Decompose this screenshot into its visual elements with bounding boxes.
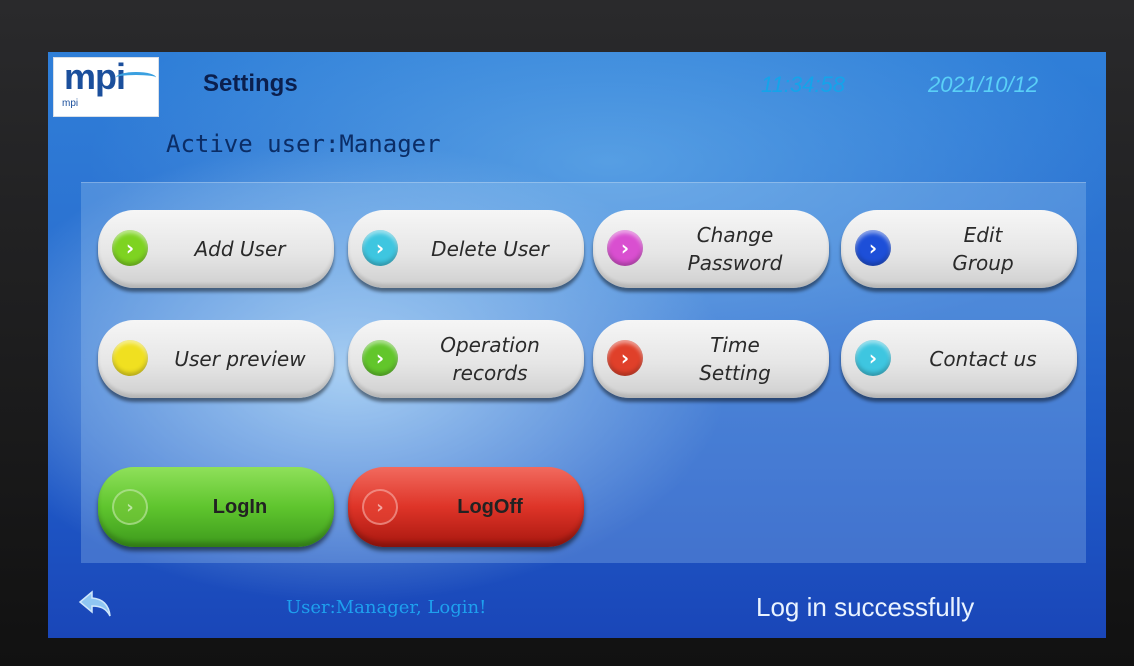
clock-date: 2021/10/12 [928, 72, 1039, 97]
logo-swoosh [116, 72, 156, 83]
operation-records-button[interactable]: › Operation records [348, 320, 584, 398]
active-user-label: Active user:Manager [166, 130, 441, 158]
chevron-right-icon: › [855, 230, 891, 266]
mpi-logo: mpi mpi [53, 56, 159, 117]
settings-panel: › Add User › Delete User › Change Passwo… [81, 182, 1086, 563]
operation-records-label: Operation records [440, 333, 540, 385]
user-preview-button[interactable]: User preview [98, 320, 334, 398]
login-result-message: Log in successfully [756, 592, 975, 622]
user-preview-label: User preview [174, 347, 306, 371]
delete-user-button[interactable]: › Delete User [348, 210, 584, 288]
hmi-screen: mpi mpi Settings 11:34:58 2021/10/12 Act… [48, 52, 1106, 638]
login-button[interactable]: › LogIn [98, 467, 334, 547]
contact-us-label: Contact us [929, 347, 1037, 371]
status-message: User:Manager, Login! [286, 597, 487, 618]
logoff-label: LogOff [457, 495, 523, 518]
add-user-label: Add User [194, 237, 286, 261]
contact-us-button[interactable]: › Contact us [841, 320, 1077, 398]
change-password-button[interactable]: › Change Password [593, 210, 829, 288]
time-setting-button[interactable]: › Time Setting [593, 320, 829, 398]
chevron-right-icon: › [112, 489, 148, 525]
chevron-right-icon [112, 340, 148, 376]
chevron-right-icon: › [607, 340, 643, 376]
chevron-right-icon: › [362, 340, 398, 376]
chevron-right-icon: › [855, 340, 891, 376]
edit-group-label: Edit Group [952, 223, 1014, 275]
chevron-right-icon: › [607, 230, 643, 266]
login-label: LogIn [212, 495, 268, 518]
page-title: Settings [203, 70, 298, 97]
chevron-right-icon: › [362, 489, 398, 525]
change-password-label: Change Password [687, 223, 783, 275]
add-user-button[interactable]: › Add User [98, 210, 334, 288]
edit-group-button[interactable]: › Edit Group [841, 210, 1077, 288]
logoff-button[interactable]: › LogOff [348, 467, 584, 547]
chevron-right-icon: › [112, 230, 148, 266]
back-arrow-icon[interactable] [76, 588, 116, 620]
clock-time: 11:34:58 [761, 72, 846, 97]
time-setting-label: Time Setting [699, 333, 771, 385]
chevron-right-icon: › [362, 230, 398, 266]
logo-subtext: mpi [62, 98, 79, 109]
delete-user-label: Delete User [431, 237, 549, 261]
